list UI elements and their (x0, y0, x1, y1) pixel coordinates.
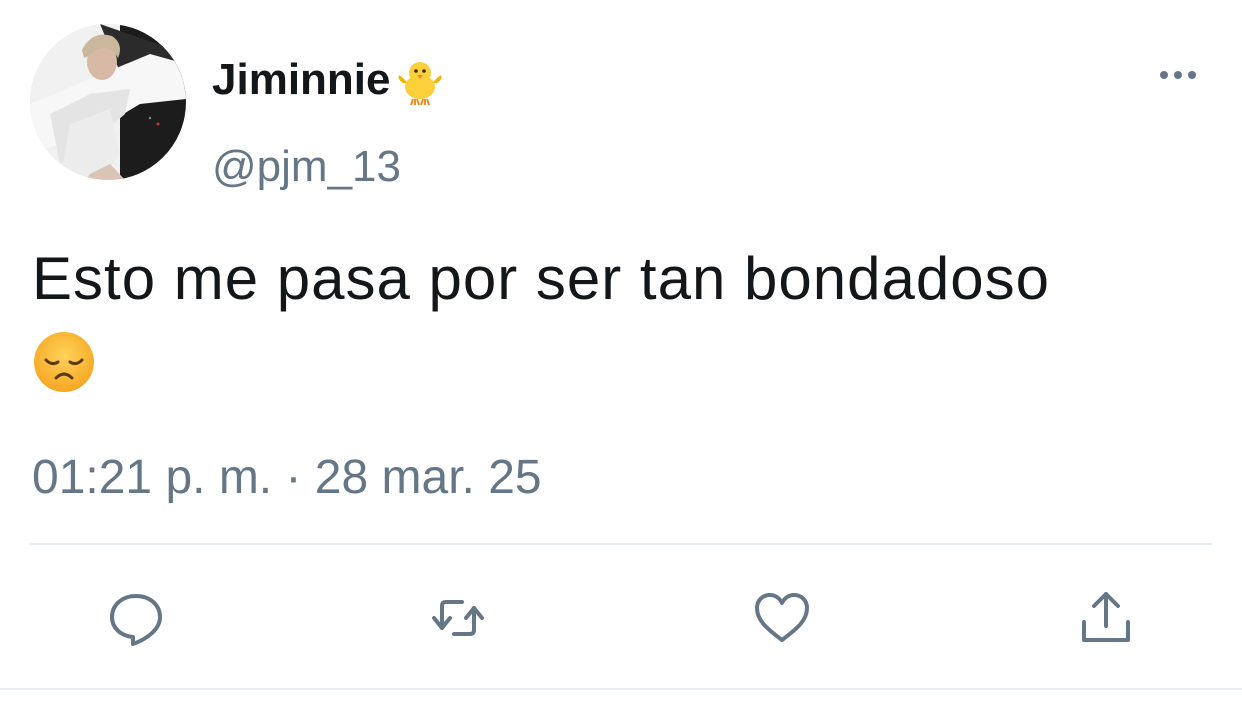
bottom-divider (0, 688, 1242, 690)
reply-icon (110, 594, 162, 646)
retweet-icon (432, 600, 484, 636)
share-icon (1082, 592, 1130, 642)
tweet-timestamp[interactable]: 01:21 p. m. · 28 mar. 25 (32, 448, 542, 508)
disappointed-face-icon (32, 330, 96, 394)
avatar[interactable] (30, 24, 186, 180)
display-name[interactable]: Jiminnie (212, 52, 447, 108)
retweet-button[interactable] (428, 588, 488, 648)
share-button[interactable] (1076, 588, 1136, 648)
like-button[interactable] (752, 588, 812, 648)
display-name-text: Jiminnie (212, 55, 391, 104)
like-icon (755, 593, 809, 642)
tweet-text: Esto me pasa por ser tan bondadoso (32, 245, 1050, 312)
user-handle[interactable]: @pjm_13 (212, 140, 401, 194)
baby-chick-icon (393, 53, 447, 107)
reply-button[interactable] (106, 588, 166, 648)
divider (30, 543, 1212, 545)
more-options-icon[interactable] (1156, 64, 1200, 86)
